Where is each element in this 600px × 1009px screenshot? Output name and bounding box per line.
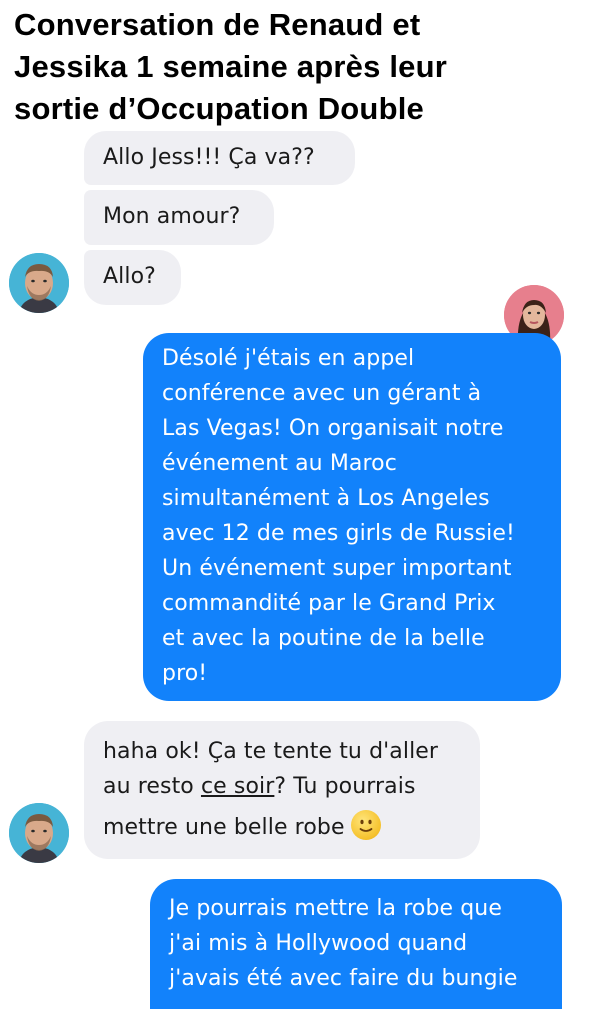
renaud-avatar[interactable] [9,803,69,863]
message-line: pro! [162,661,208,686]
message-bubble-outgoing[interactable]: Je pourrais mettre la robe que j'ai mis … [150,879,562,1009]
renaud-face-icon [9,253,69,313]
title-line-2: Jessika 1 semaine après leur [14,49,448,84]
message-text: Allo? [103,264,156,289]
message-line: événement au Maroc [162,451,397,476]
message-bubble-outgoing[interactable]: Désolé j'étais en appel conférence avec … [143,333,561,701]
message-line: avec 12 de mes girls de Russie! [162,521,515,546]
message-line: haha ok! Ça te tente tu d'aller [103,739,439,764]
page-title: Conversation de Renaud et Jessika 1 sema… [14,4,594,130]
message-text: Mon amour? [103,204,241,229]
renaud-avatar[interactable] [9,253,69,313]
message-bubble-incoming[interactable]: haha ok! Ça te tente tu d'aller au resto… [84,721,480,859]
message-line: au resto ce soir? Tu pourrais [103,769,461,804]
message-line: j'ai mis à Hollywood quand [169,931,468,956]
renaud-face-icon [9,803,69,863]
underlined-link[interactable]: ce soir [201,774,274,799]
message-line: et avec la poutine de la belle [162,626,485,651]
message-line: j'avais été avec faire du bungie [169,966,518,991]
message-line: commandité par le Grand Prix [162,591,496,616]
message-text: mettre une belle robe [103,815,345,840]
message-line: Las Vegas! On organisait notre [162,416,504,441]
message-text: Allo Jess!!! Ça va?? [103,145,315,170]
message-bubble-incoming[interactable]: Allo? [84,250,181,305]
message-text: au resto [103,774,201,799]
message-line: mettre une belle robe [103,810,461,845]
title-line-3: sortie d’Occupation Double [14,91,424,126]
message-bubble-incoming[interactable]: Mon amour? [84,190,274,245]
message-line: Désolé j'étais en appel [162,346,415,371]
message-line: Je pourrais mettre la robe que [169,896,502,921]
message-text: ? Tu pourrais [274,774,416,799]
message-line: conférence avec un gérant à [162,381,482,406]
message-line: simultanément à Los Angeles [162,486,490,511]
message-line: Un événement super important [162,556,512,581]
smiling-face-icon [350,810,381,840]
message-bubble-incoming[interactable]: Allo Jess!!! Ça va?? [84,131,355,185]
title-line-1: Conversation de Renaud et [14,7,421,42]
